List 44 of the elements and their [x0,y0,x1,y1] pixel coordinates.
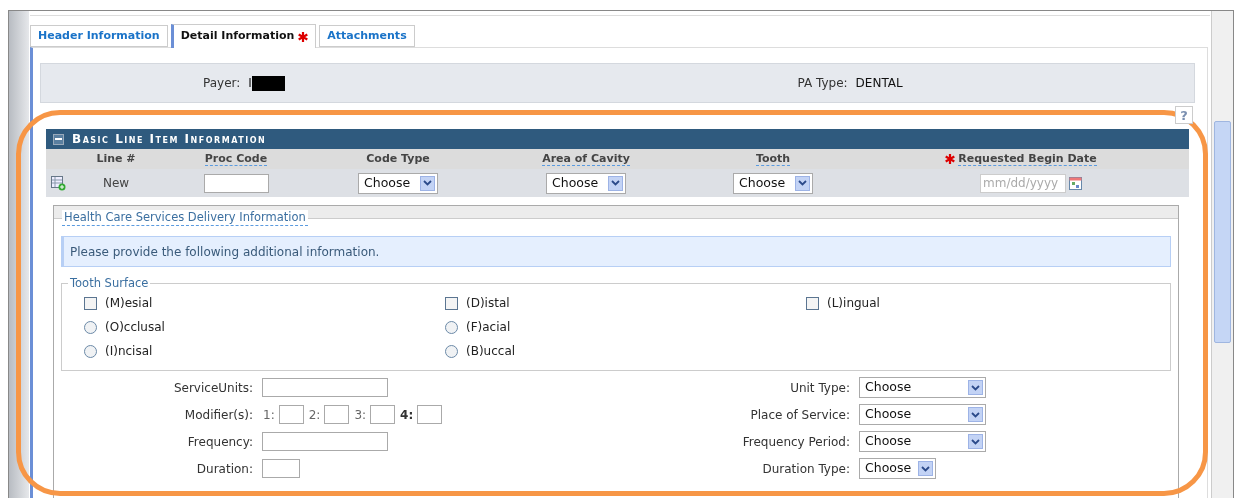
modifier-label: 4: [400,406,414,424]
field-label: Place of Service: [749,406,850,424]
field-label: Frequency Period: [741,433,850,451]
field-label: Modifier(s): [183,406,253,424]
modifier-label: 3: [354,406,367,424]
date-field[interactable]: mm/dd/yyyy [980,173,1066,193]
option-label: (B)uccal [466,343,516,360]
option-label: (D)istal [466,295,510,312]
line-number: New [102,175,130,192]
dropdown[interactable]: Choose [859,458,936,479]
dropdown[interactable]: Choose [358,172,438,194]
column-header: Tooth [755,152,791,166]
dropdown[interactable]: Choose [859,377,986,398]
option-label: (L)ingual [827,295,880,312]
field-label: Unit Type: [789,379,850,397]
dropdown[interactable]: Choose [546,172,626,194]
column-header: Line # [96,150,136,167]
summary-label: PA Type: [797,75,848,92]
modifier-label: 2: [308,406,321,424]
option-label: (M)esial [105,295,153,312]
modifier-label: 1: [263,406,275,424]
option-label: (I)ncisal [105,343,153,360]
field-label: Duration: [195,460,253,478]
column-header: Requested Begin Date [958,152,1097,166]
column-header: Proc Code [204,152,268,166]
column-header: Area of Cavity [542,152,630,166]
field-label: Duration Type: [761,460,850,478]
option-label: (O)cclusal [105,319,165,336]
tab[interactable]: Detail Information [170,24,317,48]
tab[interactable]: Attachments [319,25,415,47]
dropdown[interactable]: Choose [859,404,986,425]
tab[interactable]: Header Information [30,25,168,47]
info-message: Please provide the following additional information. [61,236,1171,267]
dropdown[interactable]: Choose [733,172,813,194]
field-label: Frequency: [186,433,253,451]
option-label: (F)acial [466,319,511,336]
field-label: ServiceUnits: [172,379,253,397]
section-title: Basic Line Item Information [72,131,267,148]
column-header: Code Type [366,150,430,167]
fieldset-legend: Health Care Services Delivery Information [62,210,308,226]
summary-value: I [248,75,252,92]
summary-value: DENTAL [855,75,903,92]
dropdown[interactable]: Choose [859,431,986,452]
summary-label: Payer: [203,75,241,92]
